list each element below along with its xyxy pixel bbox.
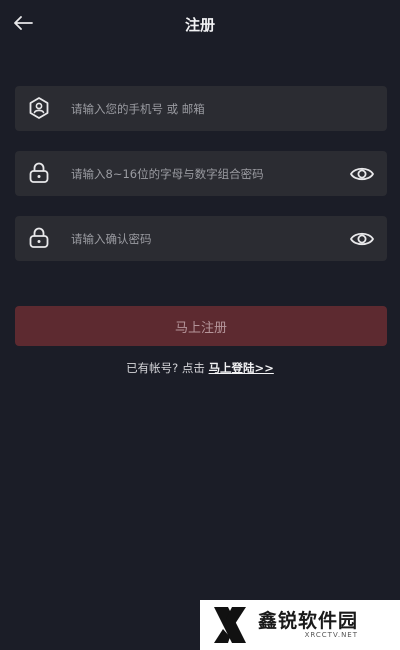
lock-icon bbox=[29, 162, 49, 183]
account-input[interactable] bbox=[71, 86, 341, 131]
password-field[interactable] bbox=[15, 151, 387, 196]
login-link[interactable]: 马上登陆>> bbox=[209, 361, 274, 375]
lock-icon bbox=[29, 227, 49, 248]
eye-icon[interactable] bbox=[349, 161, 375, 187]
watermark-name: 鑫锐软件园 bbox=[258, 609, 359, 632]
watermark-domain: XRCCTV.NET bbox=[304, 630, 359, 639]
user-shield-icon bbox=[29, 97, 49, 119]
confirm-password-field[interactable] bbox=[15, 216, 387, 261]
register-button[interactable]: 马上注册 bbox=[15, 306, 387, 346]
account-field[interactable] bbox=[15, 86, 387, 131]
watermark-text: 鑫锐软件园 XRCCTV.NET bbox=[258, 609, 359, 640]
confirm-password-input[interactable] bbox=[71, 216, 341, 261]
watermark: 鑫锐软件园 XRCCTV.NET bbox=[200, 600, 400, 650]
login-prompt-text: 已有帐号? 点击 bbox=[126, 361, 209, 375]
login-prompt: 已有帐号? 点击 马上登陆>> bbox=[0, 360, 400, 376]
page-title: 注册 bbox=[184, 16, 215, 34]
password-input[interactable] bbox=[71, 151, 341, 196]
header: 注册 bbox=[0, 0, 400, 48]
site-logo-icon bbox=[214, 607, 246, 643]
eye-icon[interactable] bbox=[349, 226, 375, 252]
